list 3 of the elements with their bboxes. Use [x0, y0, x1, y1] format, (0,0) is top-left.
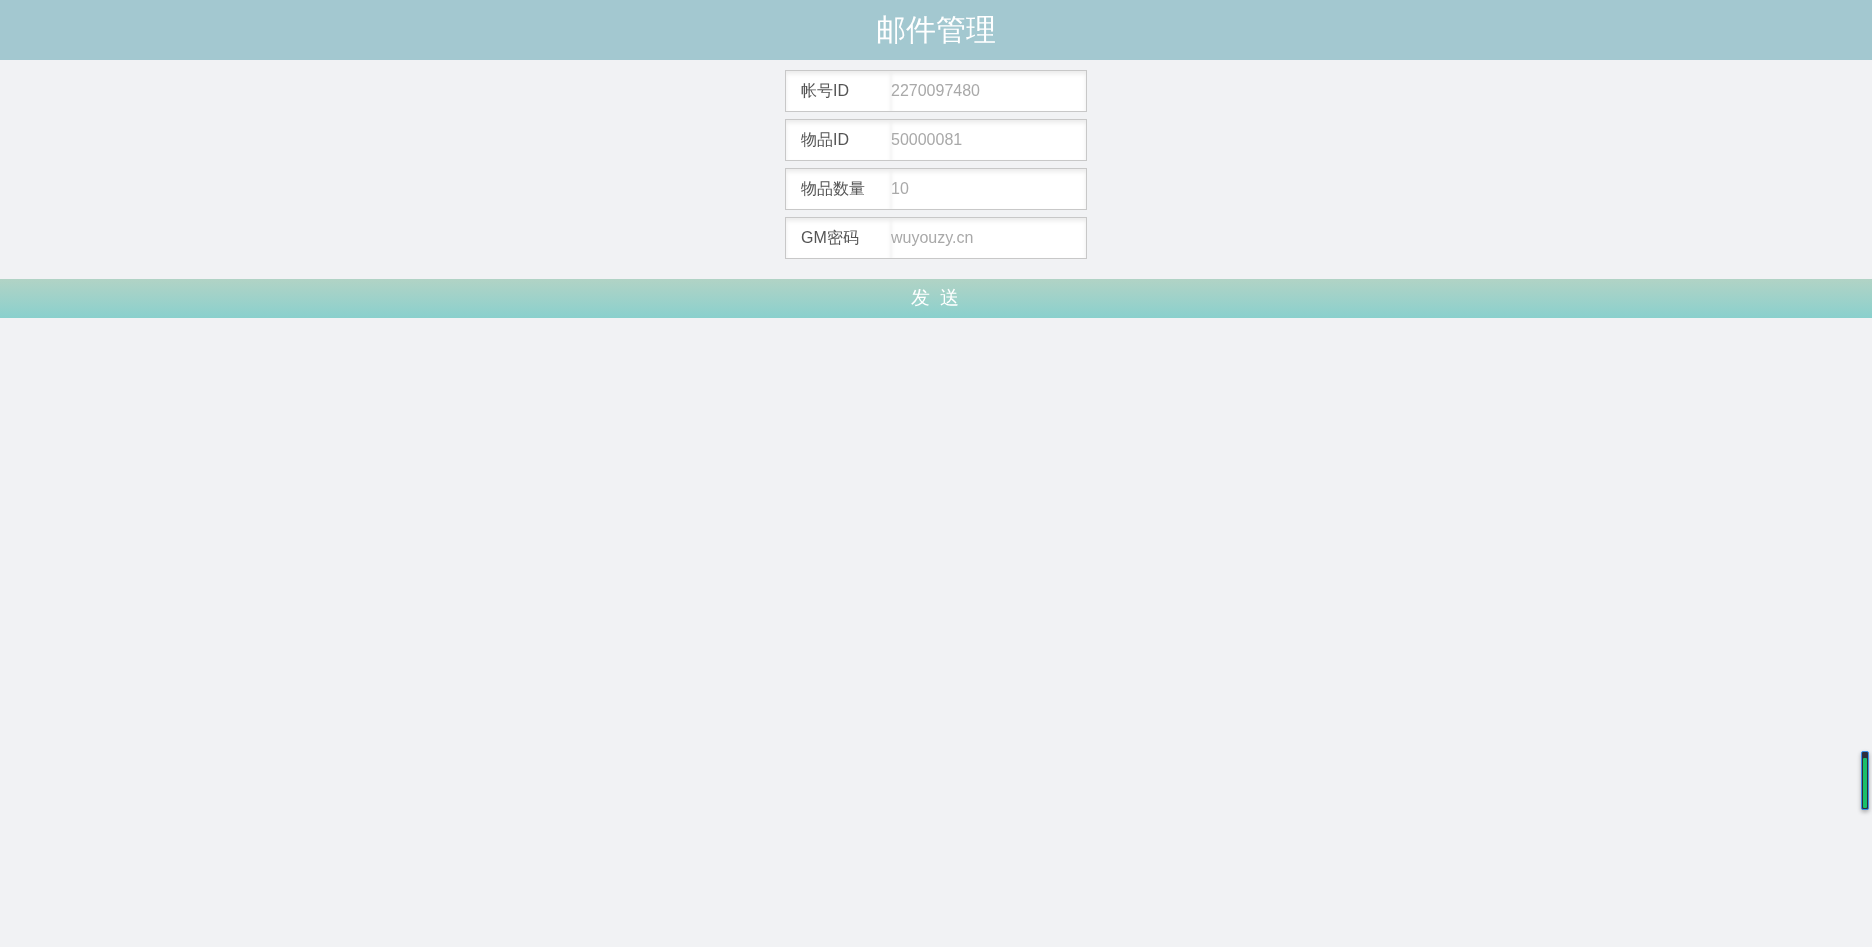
meter-widget-drawing — [1861, 751, 1869, 810]
send-button[interactable]: 发 送 — [0, 279, 1872, 318]
page-title: 邮件管理 — [876, 15, 996, 45]
